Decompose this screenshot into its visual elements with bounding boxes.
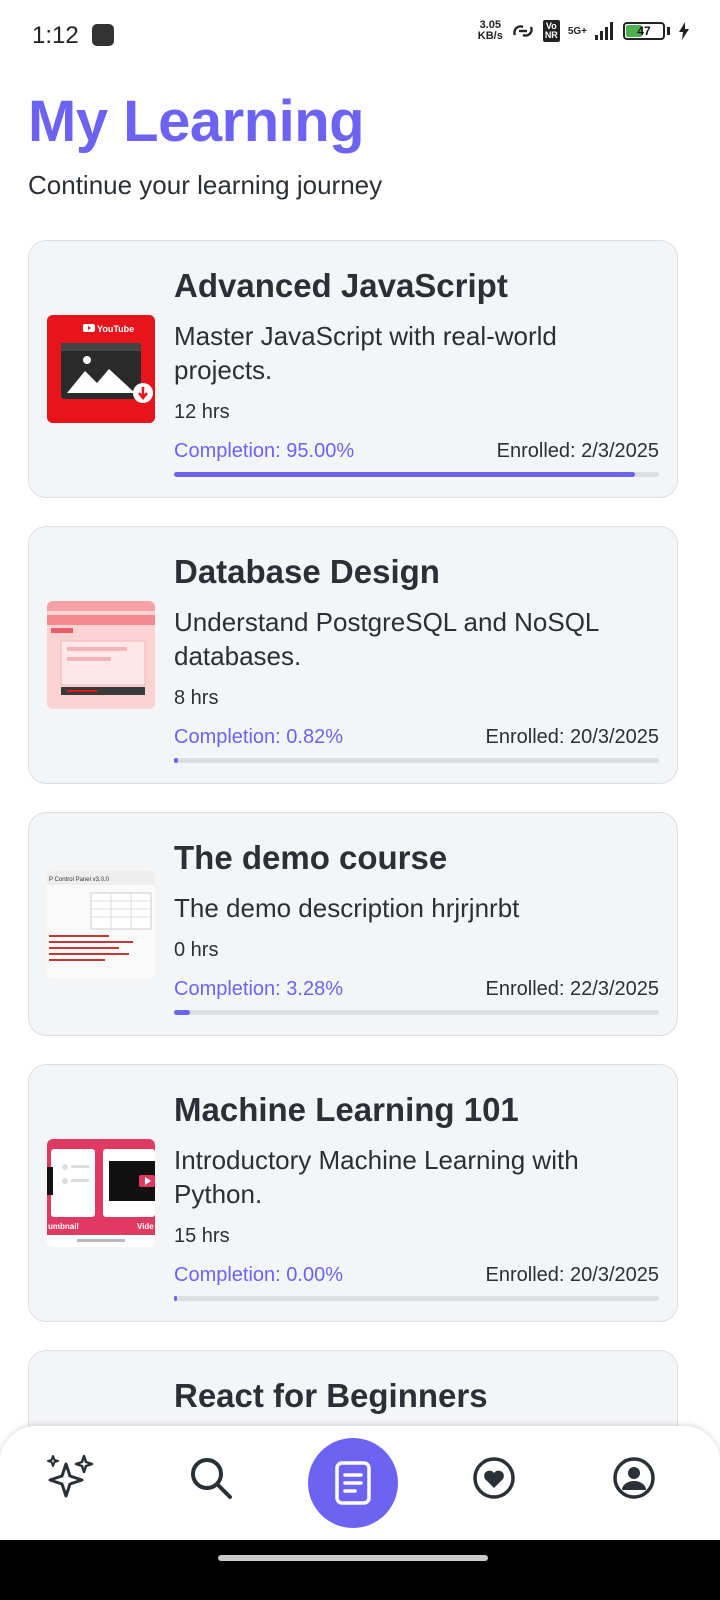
heart-icon: [473, 1457, 515, 1499]
net-speed-unit: KB/s: [477, 30, 503, 42]
course-enrolled: Enrolled: 20/3/2025: [485, 726, 659, 748]
progress-fill: [174, 472, 635, 477]
battery-nub: [667, 27, 670, 35]
course-card-machine-learning-101[interactable]: umbnail Vide Machine Learning 101 Introd…: [28, 1064, 678, 1322]
course-title: The demo course: [174, 839, 448, 876]
progress-track: [174, 472, 659, 477]
progress-track: [174, 1296, 659, 1301]
svg-text:Vide: Vide: [137, 1222, 154, 1231]
course-thumbnail: [47, 601, 155, 709]
svg-text:umbnail: umbnail: [48, 1222, 79, 1231]
net-speed: 3.05 KB/s: [478, 20, 503, 42]
system-navigation-bar: [0, 1540, 720, 1600]
battery-icon: 47: [623, 22, 665, 40]
course-enrolled: Enrolled: 20/3/2025: [485, 1264, 659, 1286]
course-hours: 0 hrs: [174, 939, 219, 961]
course-description: Understand PostgreSQL and NoSQL database…: [174, 607, 599, 671]
home-indicator[interactable]: [218, 1555, 488, 1561]
document-icon: [335, 1461, 371, 1505]
nav-discover-button[interactable]: [42, 1450, 98, 1506]
charging-bolt-icon: [679, 22, 689, 40]
nav-favorites-button[interactable]: [466, 1450, 522, 1506]
signal-icon: [595, 22, 613, 40]
notification-square-icon: [92, 24, 114, 46]
course-thumbnail: umbnail Vide: [47, 1139, 155, 1247]
course-hours: 8 hrs: [174, 687, 219, 709]
hotspot-icon: [513, 25, 533, 37]
course-card-body: The demo course The demo description hrj…: [174, 813, 659, 1035]
status-bar: 1:12 3.05 KB/s Vo NR 5G+ 47: [0, 0, 720, 72]
course-card-database-design[interactable]: Database Design Understand PostgreSQL an…: [28, 526, 678, 784]
control-panel-thumbnail-icon: P Control Panel v3.0.0: [47, 871, 155, 979]
course-hours: 12 hrs: [174, 401, 230, 423]
course-card-body: Machine Learning 101 Introductory Machin…: [174, 1065, 659, 1321]
volte-badge: Vo NR: [542, 20, 560, 42]
page-title: My Learning: [28, 89, 365, 154]
status-time: 1:12: [32, 22, 79, 49]
course-description: The demo description hrjrjnrbt: [174, 893, 520, 923]
thumbnail-video-graphic-icon: umbnail Vide: [47, 1139, 155, 1247]
course-title: Machine Learning 101: [174, 1091, 519, 1128]
course-title: Advanced JavaScript: [174, 267, 508, 304]
search-icon: [191, 1458, 232, 1499]
course-card-body: Advanced JavaScript Master JavaScript wi…: [174, 241, 659, 497]
course-completion: Completion: 0.82%: [174, 726, 343, 748]
progress-fill: [174, 758, 178, 763]
course-thumbnail: YouTube: [47, 315, 155, 423]
progress-track: [174, 1010, 659, 1015]
progress-fill: [174, 1010, 190, 1015]
youtube-thumbnail-icon: YouTube: [47, 315, 155, 423]
course-card-advanced-javascript[interactable]: YouTube Advanced JavaScript Master JavaS…: [28, 240, 678, 498]
course-description: Introductory Machine Learning with Pytho…: [174, 1145, 579, 1209]
course-title: Database Design: [174, 553, 440, 590]
sparkles-icon: [47, 1454, 94, 1498]
svg-text:P Control Panel v3.0.0: P Control Panel v3.0.0: [49, 877, 110, 883]
bottom-navigation: [0, 1426, 720, 1540]
course-card-demo-course[interactable]: P Control Panel v3.0.0 The demo course T…: [28, 812, 678, 1036]
profile-icon: [613, 1457, 655, 1499]
course-card-body: Database Design Understand PostgreSQL an…: [174, 527, 659, 783]
progress-track: [174, 758, 659, 763]
course-hours: 15 hrs: [174, 1225, 230, 1247]
course-completion: Completion: 0.00%: [174, 1264, 343, 1286]
course-title: React for Beginners: [174, 1377, 488, 1414]
nav-profile-button[interactable]: [606, 1450, 662, 1506]
course-thumbnail: P Control Panel v3.0.0: [47, 871, 155, 979]
course-enrolled: Enrolled: 22/3/2025: [485, 978, 659, 1000]
battery-level: 47: [637, 24, 651, 38]
course-description: Master JavaScript with real-world projec…: [174, 321, 557, 385]
video-player-thumbnail-icon: [47, 601, 155, 709]
progress-fill: [174, 1296, 177, 1301]
nav-my-learning-button[interactable]: [308, 1438, 398, 1528]
network-type: 5G+: [567, 25, 587, 37]
course-enrolled: Enrolled: 2/3/2025: [496, 440, 659, 462]
nav-search-button[interactable]: [183, 1450, 239, 1506]
course-completion: Completion: 95.00%: [174, 440, 355, 462]
status-indicators: 3.05 KB/s Vo NR 5G+ 47: [478, 20, 690, 42]
svg-text:YouTube: YouTube: [97, 324, 134, 334]
page-subtitle: Continue your learning journey: [28, 170, 383, 200]
course-completion: Completion: 3.28%: [174, 978, 343, 1000]
